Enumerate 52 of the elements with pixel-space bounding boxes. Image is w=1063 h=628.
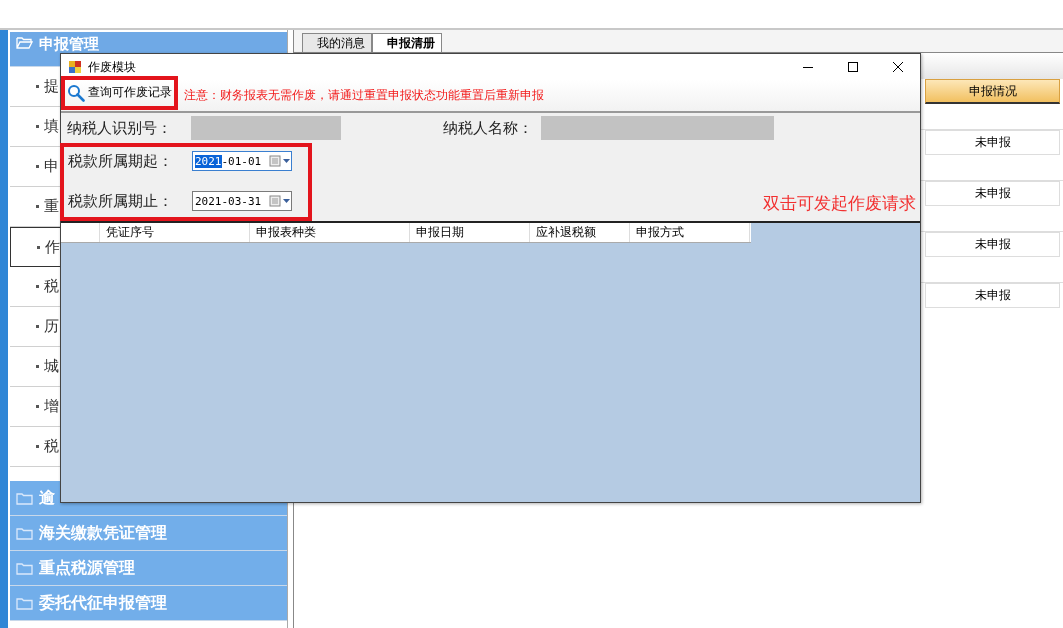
- sidebar-item-label: 城: [44, 357, 59, 376]
- close-icon: [891, 61, 904, 73]
- table-cell: 未申报: [925, 232, 1060, 257]
- table-cell: 未申报: [925, 130, 1060, 155]
- calendar-dropdown-icon: [269, 195, 291, 207]
- bullet-icon: [36, 445, 39, 448]
- bullet-icon: [36, 365, 39, 368]
- calendar-dropdown-icon: [269, 155, 291, 167]
- column-header: 应补退税额: [530, 223, 630, 242]
- table-cell: 未申报: [925, 283, 1060, 308]
- sidebar-item-label: 作: [45, 237, 60, 257]
- field-label: 税款所属期止：: [68, 191, 174, 211]
- bullet-icon: [36, 125, 39, 128]
- bullet-icon: [36, 205, 39, 208]
- field-label: 税款所属期起：: [68, 151, 174, 171]
- field-label: 纳税人识别号：: [67, 118, 173, 138]
- column-header: 申报方式: [630, 223, 750, 242]
- bullet-icon: [36, 325, 39, 328]
- date-field[interactable]: 2021-03-31: [192, 191, 292, 211]
- table-cell: 未申报: [925, 181, 1060, 206]
- sidebar-item-label: 税: [44, 437, 59, 456]
- sidebar-item-label: 申: [44, 157, 59, 176]
- maximize-icon: [846, 61, 859, 73]
- sidebar-item-label: 提: [44, 77, 59, 96]
- bullet-icon: [36, 405, 39, 408]
- bullet-icon: [36, 285, 39, 288]
- sidebar-item-label: 历: [44, 317, 59, 336]
- date-field[interactable]: 2021-01-01: [192, 151, 292, 171]
- folder-icon: [16, 595, 33, 611]
- tab[interactable]: 申报清册: [372, 33, 442, 52]
- bullet-icon: [37, 245, 40, 249]
- sidebar-item-label: 增: [44, 397, 59, 416]
- query-button[interactable]: 查询可作废记录: [61, 75, 178, 110]
- column-header: 申报情况: [925, 79, 1060, 104]
- column-header: 申报日期: [410, 223, 530, 242]
- open-folder-icon: [16, 35, 33, 50]
- column-header: 凭证序号: [100, 223, 250, 242]
- sidebar-item-label: 重: [44, 197, 59, 216]
- warning-text: 注意：财务报表无需作废，请通过重置申报状态功能重置后重新申报: [184, 87, 544, 104]
- folder-icon: [16, 560, 33, 576]
- sidebar-item-label: 税: [44, 277, 59, 296]
- instruction-text: 双击可发起作废请求: [763, 192, 916, 215]
- app-icon: [68, 60, 82, 74]
- bullet-icon: [36, 85, 39, 88]
- sidebar-item-label: 填: [44, 117, 59, 136]
- bullet-icon: [36, 165, 39, 168]
- folder-icon: [16, 525, 33, 541]
- search-icon: [67, 83, 85, 102]
- field-label: 纳税人名称：: [443, 118, 534, 138]
- folder-icon: [16, 490, 33, 506]
- tab[interactable]: 我的消息: [302, 33, 372, 52]
- column-header: 申报表种类: [250, 223, 410, 242]
